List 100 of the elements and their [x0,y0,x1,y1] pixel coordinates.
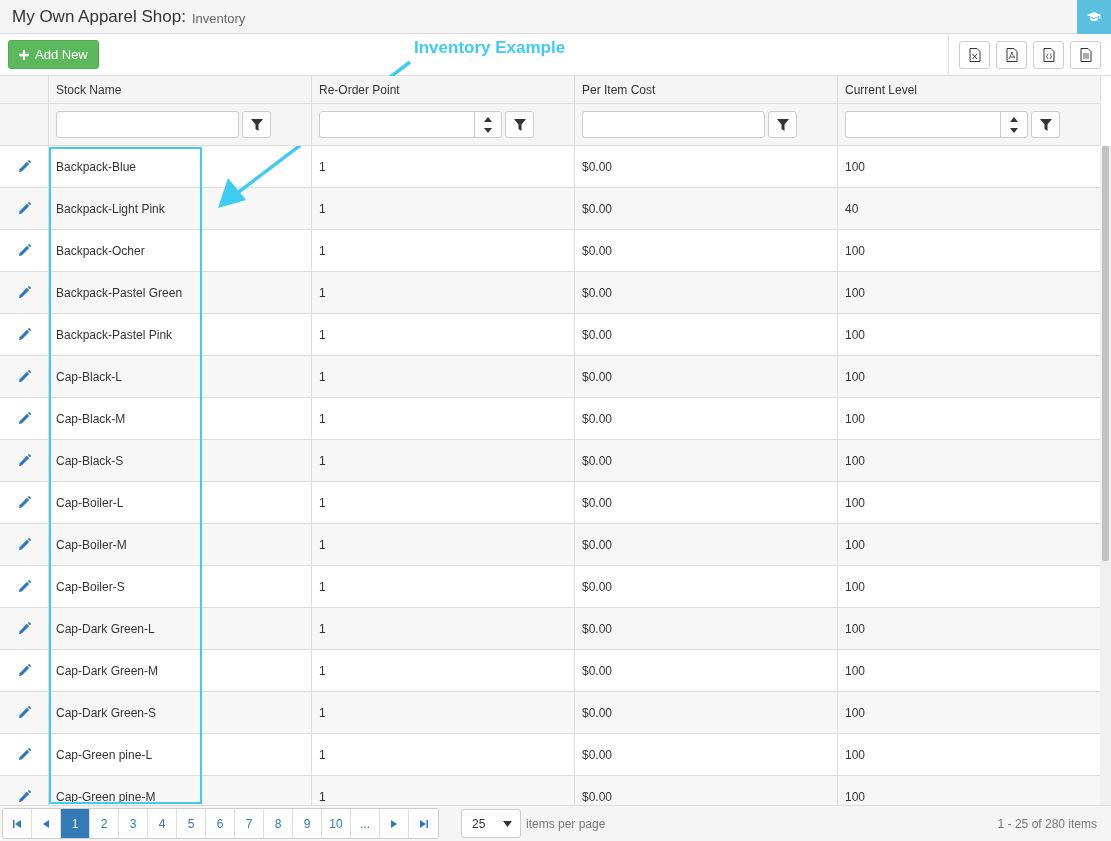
table-cell: Cap-Black-L [49,356,312,397]
filter-input[interactable] [845,111,1028,138]
table-cell: Cap-Black-S [49,440,312,481]
pdf-export-button[interactable] [996,40,1027,69]
table-cell: Cap-Boiler-S [49,566,312,607]
next-page-button[interactable] [380,809,409,838]
code-export-button[interactable] [1033,40,1064,69]
filter-button[interactable] [768,111,797,138]
page-size-dropdown[interactable]: 25 [461,809,521,838]
app-title: My Own Apparel Shop: [12,6,186,27]
page-button[interactable]: 9 [293,809,322,838]
excel-export-button[interactable] [959,40,990,69]
pencil-icon[interactable] [17,202,31,215]
annotation-label: Inventory Example [414,38,566,58]
table-cell: 1 [312,692,575,733]
pencil-icon[interactable] [17,286,31,299]
pencil-icon[interactable] [17,496,31,509]
table-cell: $0.00 [575,524,838,565]
previous-page-button[interactable] [32,809,61,838]
table-cell: $0.00 [575,398,838,439]
column-header[interactable]: Per Item Cost [575,76,838,103]
page-subtitle: Inventory [191,10,246,26]
table-cell: $0.00 [575,734,838,775]
table-cell: $0.00 [575,650,838,691]
table-cell: 1 [312,230,575,271]
table-cell: $0.00 [575,482,838,523]
pencil-icon[interactable] [17,622,31,635]
table-cell: Cap-Dark Green-M [49,650,312,691]
table-cell: Cap-Dark Green-L [49,608,312,649]
page-button[interactable]: 3 [119,809,148,838]
pdf-file-icon [1005,47,1018,62]
page-button[interactable]: 8 [264,809,293,838]
table-cell: 1 [312,608,575,649]
table-cell: $0.00 [575,188,838,229]
page-button[interactable]: 7 [235,809,264,838]
table-cell: 1 [312,188,575,229]
left-triangle-icon [43,819,49,828]
page-button[interactable]: ... [351,809,380,838]
table-cell: $0.00 [575,230,838,271]
first-page-icon [13,819,21,828]
funnel-icon [250,118,263,131]
pencil-icon[interactable] [17,160,31,173]
pencil-icon[interactable] [17,370,31,383]
last-page-button[interactable] [409,809,438,838]
graduation-cap-icon [1087,11,1101,23]
filter-input[interactable] [319,111,502,138]
pencil-icon[interactable] [17,538,31,551]
code-file-icon [1042,47,1055,62]
pencil-icon[interactable] [17,412,31,425]
filter-input[interactable] [582,111,765,138]
first-page-button[interactable] [3,809,32,838]
table-cell: $0.00 [575,356,838,397]
table-cell: $0.00 [575,146,838,187]
items-summary: 1 - 25 of 280 items [997,816,1097,831]
page-button[interactable]: 2 [90,809,119,838]
column-header[interactable]: Re-Order Point [312,76,575,103]
page-button[interactable]: 4 [148,809,177,838]
page-button[interactable]: 6 [206,809,235,838]
text-file-icon [1079,47,1092,62]
table-cell: Cap-Green pine-L [49,734,312,775]
column-header[interactable]: Current Level [838,76,1101,103]
filter-button[interactable] [505,111,534,138]
table-cell: 1 [312,734,575,775]
pencil-icon[interactable] [17,244,31,257]
column-header[interactable]: Stock Name [49,76,312,103]
scrollbar-drawing[interactable] [1100,146,1111,805]
table-cell: Cap-Boiler-L [49,482,312,523]
page-button[interactable]: 1 [61,809,90,838]
funnel-icon [1039,118,1052,131]
plus-icon [19,49,29,60]
table-cell: 1 [312,566,575,607]
table-cell: 1 [312,398,575,439]
table-cell: Backpack-Pastel Pink [49,314,312,355]
filter-input[interactable] [56,111,239,138]
right-triangle-icon [391,819,397,828]
pencil-icon[interactable] [17,454,31,467]
table-cell: $0.00 [575,608,838,649]
pencil-icon[interactable] [17,706,31,719]
table-cell: 1 [312,272,575,313]
caret-icon [503,820,512,827]
table-cell: Cap-Black-M [49,398,312,439]
page-button[interactable]: 5 [177,809,206,838]
funnel-icon [776,118,789,131]
last-page-icon [419,819,428,828]
excel-file-icon [968,47,981,62]
pencil-icon[interactable] [17,664,31,677]
filter-button[interactable] [242,111,271,138]
table-cell: $0.00 [575,566,838,607]
funnel-icon [513,118,526,131]
page-button[interactable]: 10 [322,809,351,838]
table-cell: 1 [312,650,575,691]
text-export-button[interactable] [1070,40,1101,69]
pencil-icon[interactable] [17,748,31,761]
pencil-icon[interactable] [17,580,31,593]
pencil-icon[interactable] [17,328,31,341]
filter-button[interactable] [1031,111,1060,138]
pencil-icon[interactable] [17,790,31,803]
add-new-button[interactable]: Add New [8,40,99,69]
table-cell: $0.00 [575,440,838,481]
table-cell: 1 [312,482,575,523]
